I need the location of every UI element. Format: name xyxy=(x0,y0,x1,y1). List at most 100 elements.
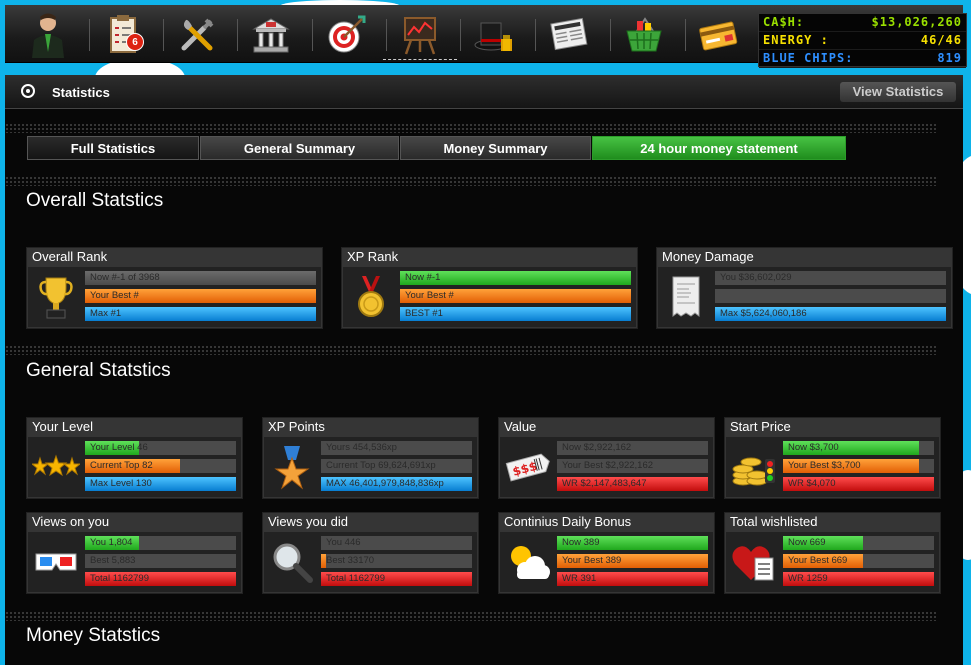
stat-progress-label: Max $5,624,060,186 xyxy=(720,308,807,319)
stat-progress-label: Total 1162799 xyxy=(90,573,149,584)
stat-progress-bar: Your Best $3,700 xyxy=(783,459,934,473)
dotted-divider xyxy=(5,123,937,133)
stat-progress-bar: Now 389 xyxy=(557,536,708,550)
energy-label: ENERGY : xyxy=(763,33,829,47)
tools-icon[interactable] xyxy=(168,11,226,59)
statistics-panel: Statistics View Statistics Full Statisti… xyxy=(5,75,963,665)
stat-card: Your Level Your Level 46 Current Top 82 Max… xyxy=(26,417,243,499)
stat-progress-label: You 446 xyxy=(326,537,361,548)
panel-titlebar: Statistics View Statistics xyxy=(5,75,963,109)
section-title-money: Money Statstics xyxy=(26,625,161,646)
stat-progress-label: Now 669 xyxy=(788,537,826,548)
stat-progress-label: WR $2,147,483,647 xyxy=(562,478,647,489)
3d-glasses-icon xyxy=(32,536,80,588)
stat-progress-label: Now #-1 of 3968 xyxy=(90,272,160,283)
stat-progress-label: You 1,804 xyxy=(90,537,133,548)
nav-separator xyxy=(89,19,90,51)
stat-card-body: Now #-1 Your Best # BEST #1 xyxy=(343,267,636,327)
stat-progress-label xyxy=(715,290,720,301)
star-badge-icon xyxy=(268,441,316,493)
magnifier-icon xyxy=(268,536,316,588)
player-stats-panel: CA$H: $13,026,260 ENERGY : 46/46 BLUE CH… xyxy=(758,13,967,68)
target-icon[interactable] xyxy=(317,11,375,59)
stat-progress-bar: Max $5,624,060,186 xyxy=(715,307,946,321)
shopping-basket-icon[interactable] xyxy=(615,11,673,59)
stat-progress-bar: WR $2,147,483,647 xyxy=(557,477,708,491)
cash-row: CA$H: $13,026,260 xyxy=(759,14,966,32)
stat-card-title: Overall Rank xyxy=(32,249,108,264)
stat-card-body: You $36,602,029 Max $5,624,060,186 xyxy=(658,267,951,327)
stat-card-title: Start Price xyxy=(730,419,791,434)
stat-progress-bar xyxy=(715,289,946,303)
cash-value: $13,026,260 xyxy=(871,15,962,29)
stat-card: Value $$$ Now $2,922,162 Your Best $2,922,1… xyxy=(498,417,715,499)
stat-card: Money Damage You $36,602,029 Max $5,624,06… xyxy=(656,247,953,329)
stat-card-title: XP Points xyxy=(268,419,325,434)
nav-separator xyxy=(312,19,313,51)
stat-progress-label: Best 5,883 xyxy=(90,555,136,566)
tasks-icon[interactable]: 6 xyxy=(94,11,152,59)
nav-separator xyxy=(460,19,461,51)
stock-chart-icon[interactable] xyxy=(391,11,449,59)
stat-progress-bar: You 446 xyxy=(321,536,472,550)
page-title: Statistics xyxy=(52,85,110,100)
stat-progress-bar: Best 33170 xyxy=(321,554,472,568)
stat-card-title: Total wishlisted xyxy=(730,514,818,529)
stat-card-body: Now $3,700 Your Best $3,700 WR $4,070 xyxy=(726,437,939,497)
stat-progress-bar: You 1,804 xyxy=(85,536,236,550)
top-navigation-bar: 6 CA$H: $13,026,260 ENERGY : 46/46 BLUE … xyxy=(5,5,967,68)
view-statistics-button[interactable]: View Statistics xyxy=(840,82,956,102)
stat-progress-label: Now $2,922,162 xyxy=(562,442,632,453)
stat-progress-bar: Total 1162799 xyxy=(85,572,236,586)
nav-separator xyxy=(386,19,387,51)
stat-progress-bar: WR 1259 xyxy=(783,572,934,586)
stat-card: Total wishlisted Now 669 Your Best 669 WR 1… xyxy=(724,512,941,594)
tab-24-hour-money-statement[interactable]: 24 hour money statement xyxy=(592,136,846,160)
tab-general-summary[interactable]: General Summary xyxy=(200,136,399,160)
stat-card-title: Views on you xyxy=(32,514,110,529)
blue-chips-value: 819 xyxy=(937,51,962,65)
heart-list-icon xyxy=(730,536,778,588)
stat-card-body: Now #-1 of 3968 Your Best # Max #1 xyxy=(28,267,321,327)
stat-card-title: Money Damage xyxy=(662,249,754,264)
stat-progress-bar: WR $4,070 xyxy=(783,477,934,491)
stat-progress-label: Now 389 xyxy=(562,537,600,548)
medal-icon xyxy=(347,271,395,323)
notification-badge: 6 xyxy=(126,33,144,51)
stat-progress-bar: Your Best 669 xyxy=(783,554,934,568)
stat-progress-bar: Your Best $2,922,162 xyxy=(557,459,708,473)
stat-progress-label: Now $3,700 xyxy=(788,442,839,453)
newspaper-icon[interactable] xyxy=(540,11,598,59)
bank-icon[interactable] xyxy=(242,11,300,59)
stat-card-body: You 1,804 Best 5,883 Total 1162799 xyxy=(28,532,241,592)
stat-progress-label: Now #-1 xyxy=(405,272,441,283)
stat-progress-bar: Now 669 xyxy=(783,536,934,550)
stat-card-body: You 446 Best 33170 Total 1162799 xyxy=(264,532,477,592)
credit-card-icon[interactable] xyxy=(690,11,748,59)
stat-progress-label: Max #1 xyxy=(90,308,122,319)
energy-row: ENERGY : 46/46 xyxy=(759,32,966,50)
profile-icon[interactable] xyxy=(19,11,77,59)
stat-progress-label: Your Best $2,922,162 xyxy=(562,460,654,471)
nav-separator xyxy=(163,19,164,51)
stat-progress-label: BEST #1 xyxy=(405,308,443,319)
magic-hat-icon[interactable] xyxy=(465,11,523,59)
stat-progress-label: Total 1162799 xyxy=(326,573,385,584)
nav-separator xyxy=(685,19,686,51)
stat-progress-label: WR $4,070 xyxy=(788,478,836,489)
stat-card-title: XP Rank xyxy=(347,249,399,264)
dotted-divider xyxy=(5,176,937,186)
nav-separator xyxy=(237,19,238,51)
tab-full-statistics[interactable]: Full Statistics xyxy=(27,136,199,160)
stat-card: Continius Daily Bonus Now 389 Your Best 38… xyxy=(498,512,715,594)
stat-card: Overall Rank Now #-1 of 3968 Your Best # Ma… xyxy=(26,247,323,329)
stat-progress-label: MAX 46,401,979,848,836xp xyxy=(326,478,444,489)
stat-progress-bar: Your Best 389 xyxy=(557,554,708,568)
stat-card-body: $$$ Now $2,922,162 Your Best $2,922,162 WR … xyxy=(500,437,713,497)
price-tag-icon: $$$ xyxy=(504,441,552,493)
stat-card-body: Yours 454,536xp Current Top 69,624,691xp M… xyxy=(264,437,477,497)
stat-progress-label: You $36,602,029 xyxy=(720,272,792,283)
dotted-divider xyxy=(5,611,937,621)
stat-progress-label: WR 1259 xyxy=(788,573,828,584)
tab-money-summary[interactable]: Money Summary xyxy=(400,136,591,160)
